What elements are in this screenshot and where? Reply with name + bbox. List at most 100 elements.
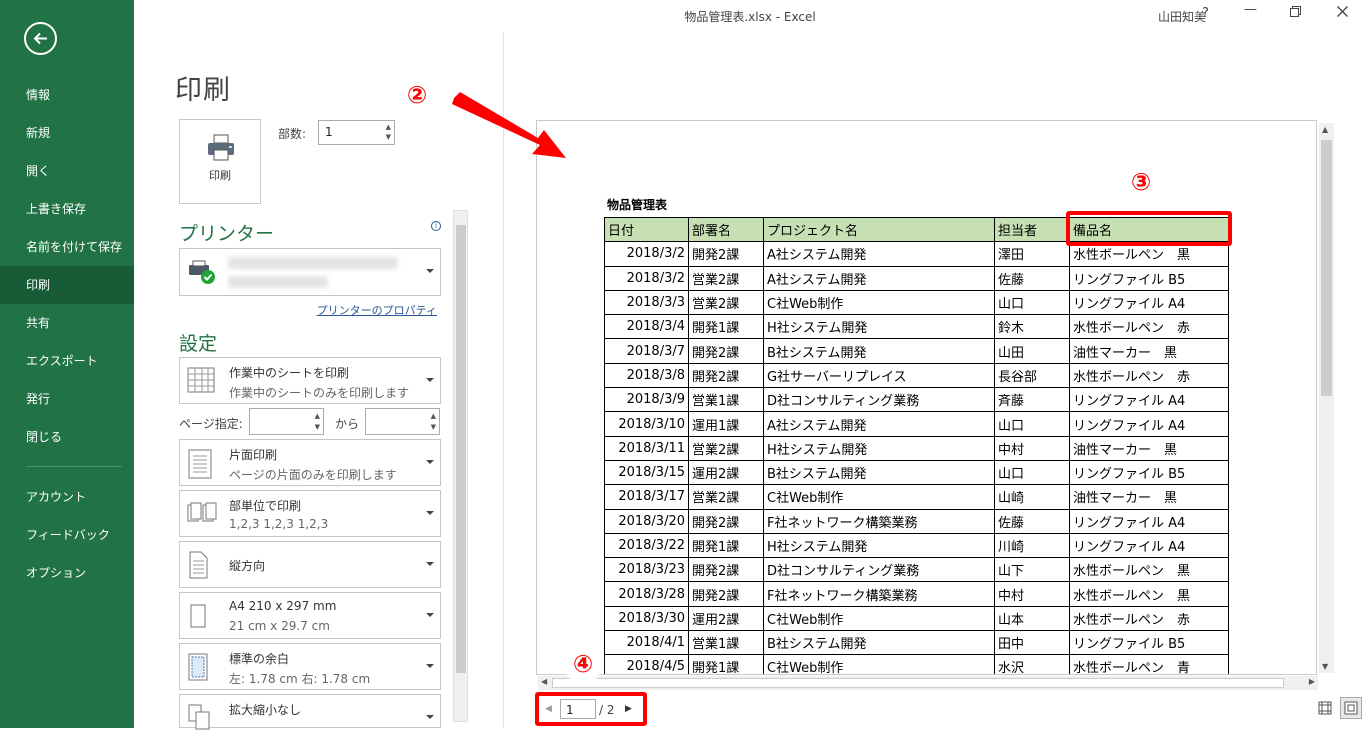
chevron-down-icon (426, 269, 434, 273)
zoom-to-page-icon (1344, 701, 1358, 715)
table-cell: 営業2課 (688, 484, 764, 510)
orientation-title: 縦方向 (229, 559, 266, 573)
margins-title: 標準の余白 (229, 652, 290, 666)
chevron-down-icon (426, 562, 434, 566)
annotation-badge-2: ② (398, 76, 436, 114)
preview-vertical-scrollbar[interactable]: ▲ ▼ (1319, 123, 1334, 673)
preview-vertical-thumb[interactable] (1321, 140, 1332, 396)
sidebar-item-share[interactable]: 共有 (0, 304, 134, 342)
table-cell: リングファイル A4 (1069, 532, 1229, 559)
scroll-left-icon[interactable]: ◀ (541, 677, 547, 686)
margins-icon (188, 653, 208, 681)
table-cell: C社Web制作 (763, 654, 995, 674)
sidebar-item-publish[interactable]: 発行 (0, 380, 134, 418)
sidebar-item-close[interactable]: 閉じる (0, 418, 134, 456)
sidebar-item-options[interactable]: オプション (0, 554, 134, 592)
sides-dropdown[interactable]: 片面印刷 ページの片面のみを印刷します (179, 439, 441, 486)
settings-scroll-thumb[interactable] (456, 225, 466, 673)
table-row: 2018/3/10 運用1課 A社システム開発 山口 リングファイル A4 (604, 411, 1229, 437)
table-cell: 営業2課 (688, 289, 764, 316)
sidebar-item-print[interactable]: 印刷 (0, 266, 134, 304)
user-name[interactable]: 山田知美 (1158, 8, 1206, 25)
collate-title: 部単位で印刷 (229, 499, 302, 513)
print-what-desc: 作業中のシートのみを印刷します (229, 386, 410, 400)
paper-size-desc: 21 cm x 29.7 cm (229, 619, 330, 633)
print-button[interactable]: 印刷 (179, 119, 261, 204)
table-cell: 2018/3/20 (604, 508, 689, 534)
print-what-title: 作業中のシートを印刷 (229, 366, 350, 380)
spin-up-icon[interactable]: ▲ (386, 123, 391, 131)
table-cell: 田中 (994, 630, 1070, 656)
table-cell: C社Web制作 (763, 484, 995, 510)
pages-label: ページ指定: (179, 417, 243, 431)
sidebar-item-new[interactable]: 新規 (0, 114, 134, 152)
collated-icon (187, 502, 217, 522)
scaling-title: 拡大縮小なし (229, 703, 302, 717)
back-arrow-icon (33, 32, 47, 45)
sidebar-item-export[interactable]: エクスポート (0, 342, 134, 380)
pages-from-input[interactable]: ▲ ▼ (249, 408, 324, 435)
close-icon[interactable] (1337, 6, 1348, 21)
orientation-dropdown[interactable]: 縦方向 (179, 541, 441, 588)
preview-horizontal-thumb[interactable] (552, 678, 1284, 688)
printer-dropdown[interactable] (179, 248, 441, 296)
restore-icon[interactable] (1290, 6, 1301, 21)
sides-desc: ページの片面のみを印刷します (229, 468, 397, 482)
pages-to-input[interactable]: ▲ ▼ (365, 408, 440, 435)
preview-table: 日付 部署名 プロジェクト名 担当者 備品名 2018/3/2 開発2課 A社システム開発 澤田… (604, 216, 1229, 674)
table-cell: 運用2課 (688, 605, 764, 632)
help-button[interactable]: ? (1202, 6, 1209, 21)
printer-properties-link[interactable]: プリンターのプロパティ (317, 302, 437, 318)
copies-stepper[interactable]: 1 ▲ ▼ (318, 120, 395, 145)
scaling-dropdown[interactable]: 拡大縮小なし (179, 694, 441, 730)
spin-down-icon[interactable]: ▼ (386, 133, 391, 141)
preview-horizontal-scrollbar[interactable]: ◀ ▶ (538, 676, 1318, 690)
printer-status-redacted (228, 276, 328, 288)
paper-size-dropdown[interactable]: A4 210 x 297 mm 21 cm x 29.7 cm (179, 592, 441, 639)
table-cell: 2018/3/30 (604, 605, 689, 632)
info-icon[interactable]: i (431, 221, 441, 231)
sidebar-item-save-as[interactable]: 名前を付けて保存 (0, 228, 134, 266)
table-cell: 2018/3/8 (604, 362, 689, 389)
print-what-dropdown[interactable]: 作業中のシートを印刷 作業中のシートのみを印刷します (179, 357, 441, 404)
table-cell: 2018/3/11 (604, 435, 689, 461)
table-cell: 開発1課 (688, 314, 764, 340)
show-margins-icon[interactable] (1318, 700, 1332, 719)
margins-dropdown[interactable]: 標準の余白 左: 1.78 cm 右: 1.78 cm (179, 643, 441, 690)
back-button[interactable] (24, 22, 57, 55)
scroll-up-icon[interactable]: ▲ (1322, 125, 1328, 134)
table-row: 2018/3/22 開発1課 H社システム開発 川崎 リングファイル A4 (604, 532, 1229, 559)
table-cell: 2018/4/1 (604, 630, 689, 656)
print-button-label: 印刷 (209, 169, 231, 182)
sidebar-item-info[interactable]: 情報 (0, 76, 134, 114)
table-cell: リングファイル B5 (1069, 459, 1229, 486)
table-row: 2018/3/8 開発2課 G社サーバーリプレイス 長谷部 水性ボールペン 赤 (604, 362, 1229, 389)
table-cell: F社ネットワーク構築業務 (763, 508, 995, 534)
collate-dropdown[interactable]: 部単位で印刷 1,2,3 1,2,3 1,2,3 (179, 490, 441, 537)
table-cell: 山崎 (994, 484, 1070, 510)
scroll-right-icon[interactable]: ▶ (1309, 677, 1315, 686)
minimize-icon[interactable]: — (1244, 2, 1257, 17)
settings-scrollbar[interactable] (453, 210, 468, 722)
highlight-header-cell (1066, 211, 1232, 246)
table-cell: 澤田 (994, 241, 1070, 267)
table-row: 2018/3/17 営業2課 C社Web制作 山崎 油性マーカー 黒 (604, 484, 1229, 510)
table-row: 2018/3/20 開発2課 F社ネットワーク構築業務 佐藤 リングファイル A4 (604, 508, 1229, 534)
sidebar-item-save[interactable]: 上書き保存 (0, 190, 134, 228)
pages-row: ページ指定: ▲ ▼ から ▲ ▼ (179, 408, 441, 436)
table-cell: 山口 (994, 411, 1070, 437)
table-cell: H社システム開発 (763, 435, 995, 461)
scroll-down-icon[interactable]: ▼ (1322, 662, 1328, 671)
table-cell: 開発1課 (688, 532, 764, 559)
sidebar-item-feedback[interactable]: フィードバック (0, 516, 134, 554)
table-cell: B社システム開発 (763, 630, 995, 656)
sidebar-item-open[interactable]: 開く (0, 152, 134, 190)
zoom-to-page-button[interactable] (1340, 697, 1362, 719)
table-cell: リングファイル B5 (1069, 630, 1229, 656)
table-cell: リングファイル A4 (1069, 508, 1229, 534)
sidebar-item-account[interactable]: アカウント (0, 478, 134, 516)
table-cell: 2018/3/17 (604, 484, 689, 510)
table-cell: リングファイル A4 (1069, 387, 1229, 413)
table-cell: 2018/3/4 (604, 314, 689, 340)
table-cell: 油性マーカー 黒 (1069, 435, 1229, 461)
